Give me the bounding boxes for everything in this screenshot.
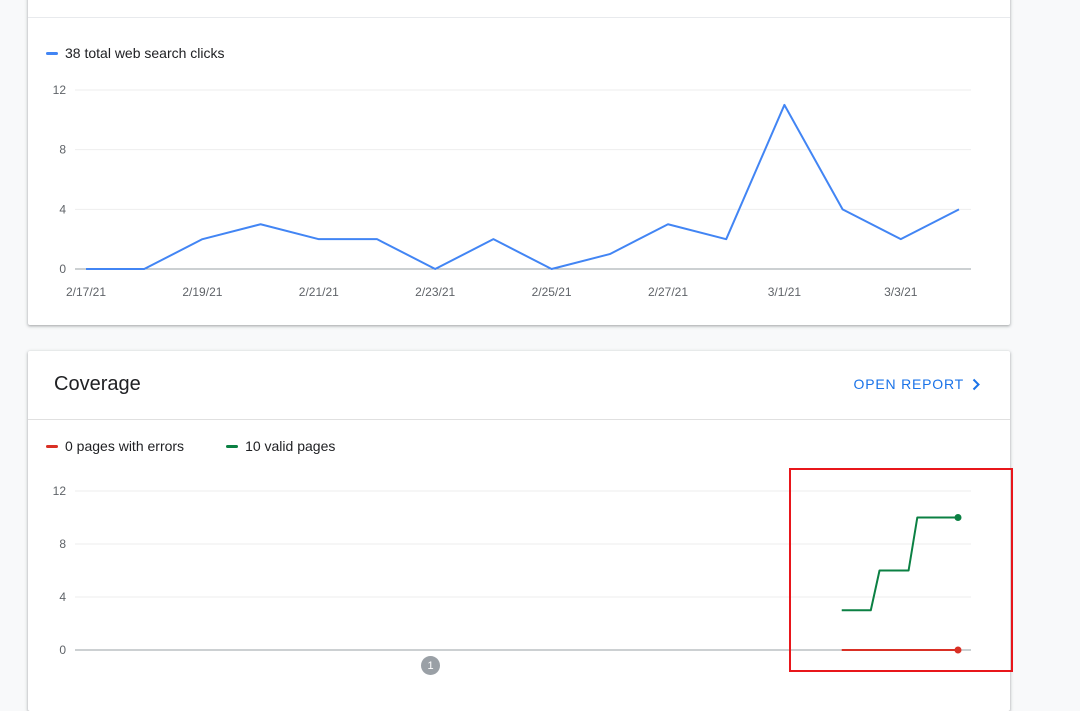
y-tick-label: 8 — [59, 143, 66, 157]
x-tick-label: 2/25/21 — [532, 285, 572, 299]
y-tick-label: 8 — [59, 537, 66, 551]
y-tick-label: 12 — [53, 83, 67, 97]
coverage-card: Coverage OPEN REPORT 0 pages with errors… — [28, 351, 1010, 711]
x-tick-label: 2/21/21 — [299, 285, 339, 299]
x-tick-label: 2/19/21 — [182, 285, 222, 299]
series-line-valid — [841, 516, 958, 612]
x-tick-label: 2/23/21 — [415, 285, 455, 299]
y-tick-label: 4 — [59, 590, 66, 604]
web-search-clicks-chart: 0 4 8 12 2/17/21 2/19/21 2/21/21 2/23/21 2/25/21… — [53, 83, 971, 299]
series-line-web-clicks — [86, 103, 960, 270]
y-tick-label: 4 — [59, 202, 66, 216]
x-tick-label: 3/3/21 — [884, 285, 918, 299]
end-point-errors — [954, 646, 962, 654]
annotation-badge[interactable]: 1 — [421, 656, 440, 675]
y-tick-label: 0 — [59, 262, 66, 276]
y-tick-label: 0 — [59, 643, 66, 657]
x-tick-label: 2/27/21 — [648, 285, 688, 299]
coverage-chart: 0 4 8 12 — [53, 484, 971, 657]
end-point-valid — [954, 514, 962, 521]
y-tick-label: 12 — [53, 484, 67, 498]
performance-card: 38 total web search clicks 0 4 8 12 2/17/21 2… — [28, 0, 1010, 325]
x-tick-label: 3/1/21 — [768, 285, 802, 299]
x-tick-label: 2/17/21 — [66, 285, 106, 299]
